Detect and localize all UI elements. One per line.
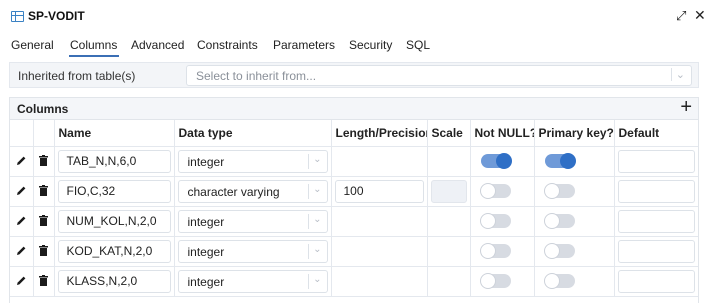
trash-icon[interactable] [38,214,48,226]
dialog-titlebar: SP-VODIT ⤢ ✕ [0,0,706,30]
length-input[interactable]: 100 [334,179,424,203]
column-name-input[interactable]: TAB_N,N,6,0 [57,149,171,173]
trash-icon[interactable] [38,184,48,196]
table-row: FIO,C,32 character varying ⌄ 100 [10,175,698,207]
primary-key-toggle[interactable] [543,183,575,199]
dialog-title: SP-VODIT [28,9,85,23]
inherit-label: Inherited from table(s) [18,69,136,83]
header-not-null: Not NULL? [469,120,535,147]
toggle-knob [479,183,496,199]
table-row: KLASS,N,2,0 integer ⌄ [10,265,698,297]
toggle-knob [495,153,512,169]
default-input[interactable] [617,239,695,263]
default-input[interactable] [617,179,695,203]
columns-title: Columns [17,102,69,116]
data-type-select[interactable]: integer ⌄ [177,269,328,293]
toggle-knob [559,153,576,169]
edit-icon[interactable] [16,185,27,196]
not-null-toggle[interactable] [479,243,511,259]
table-row: TAB_N,N,6,0 integer ⌄ [10,145,698,177]
table-row: KOD_KAT,N,2,0 integer ⌄ [10,235,698,267]
toggle-knob [543,213,560,229]
table-header-row: Name Data type Length/Precision Scale No… [10,120,698,147]
header-data-type: Data type [173,120,332,147]
data-type-value: integer [187,214,225,229]
toggle-knob [479,273,496,289]
header-scale: Scale [426,120,471,147]
tab-sql[interactable]: SQL [406,38,430,52]
primary-key-toggle[interactable] [543,213,575,229]
primary-key-toggle[interactable] [544,153,576,169]
chevron-down-icon: ⌄ [308,153,322,169]
toggle-knob [543,273,560,289]
columns-panel: Columns + Name Data type Length/Precisio… [9,96,699,303]
tab-bar: General Columns Advanced Constraints Par… [0,34,706,58]
scale-input [430,179,467,203]
toggle-knob [543,183,560,199]
header-name: Name [53,120,175,147]
not-null-toggle[interactable] [479,213,511,229]
primary-key-toggle[interactable] [543,273,575,289]
edit-icon[interactable] [16,215,27,226]
header-default: Default [613,120,698,147]
chevron-down-icon: ⌄ [670,68,685,81]
edit-icon[interactable] [16,155,27,166]
data-type-value: character varying [187,184,280,199]
data-type-select[interactable]: integer ⌄ [177,209,328,233]
trash-icon[interactable] [38,274,48,286]
edit-icon[interactable] [16,245,27,256]
data-type-select[interactable]: integer ⌄ [177,239,328,263]
trash-icon[interactable] [38,154,48,166]
tab-general[interactable]: General [11,38,54,52]
inherit-placeholder: Select to inherit from... [196,69,317,83]
chevron-down-icon: ⌄ [308,213,322,229]
default-input[interactable] [617,269,695,293]
tab-columns[interactable]: Columns [70,38,117,52]
inherit-row: Inherited from table(s) Select to inheri… [9,62,699,88]
header-primary-key: Primary key? [533,120,615,147]
close-icon[interactable]: ✕ [694,7,706,24]
chevron-down-icon: ⌄ [308,273,322,289]
tab-advanced[interactable]: Advanced [131,38,184,52]
default-input[interactable] [617,209,695,233]
chevron-down-icon: ⌄ [308,243,322,259]
expand-icon[interactable]: ⤢ [676,8,686,24]
trash-icon[interactable] [38,244,48,256]
edit-icon[interactable] [16,275,27,286]
data-type-select[interactable]: integer ⌄ [177,149,328,173]
add-column-button[interactable]: + [680,96,692,119]
header-length-precision: Length/Precision [330,120,428,147]
not-null-toggle[interactable] [479,273,511,289]
data-type-value: integer [187,274,225,289]
toggle-knob [543,243,560,259]
not-null-toggle[interactable] [479,183,511,199]
column-name-input[interactable]: KLASS,N,2,0 [57,269,171,293]
table-icon [11,11,24,22]
tab-security[interactable]: Security [349,38,392,52]
data-type-select[interactable]: character varying ⌄ [177,179,328,203]
table-row: NUM_KOL,N,2,0 integer ⌄ [10,205,698,237]
column-name-input[interactable]: NUM_KOL,N,2,0 [57,209,171,233]
not-null-toggle[interactable] [480,153,512,169]
tab-parameters[interactable]: Parameters [273,38,335,52]
primary-key-toggle[interactable] [543,243,575,259]
column-name-input[interactable]: KOD_KAT,N,2,0 [57,239,171,263]
column-name-input[interactable]: FIO,C,32 [57,179,171,203]
active-tab-indicator [69,55,119,57]
columns-table: Name Data type Length/Precision Scale No… [10,120,698,297]
toggle-knob [479,213,496,229]
tab-constraints[interactable]: Constraints [197,38,258,52]
inherit-select[interactable]: Select to inherit from... ⌄ [186,65,692,86]
chevron-down-icon: ⌄ [308,183,322,199]
data-type-value: integer [187,154,225,169]
data-type-value: integer [187,244,225,259]
default-input[interactable] [617,149,695,173]
toggle-knob [479,243,496,259]
columns-header: Columns + [10,96,698,120]
